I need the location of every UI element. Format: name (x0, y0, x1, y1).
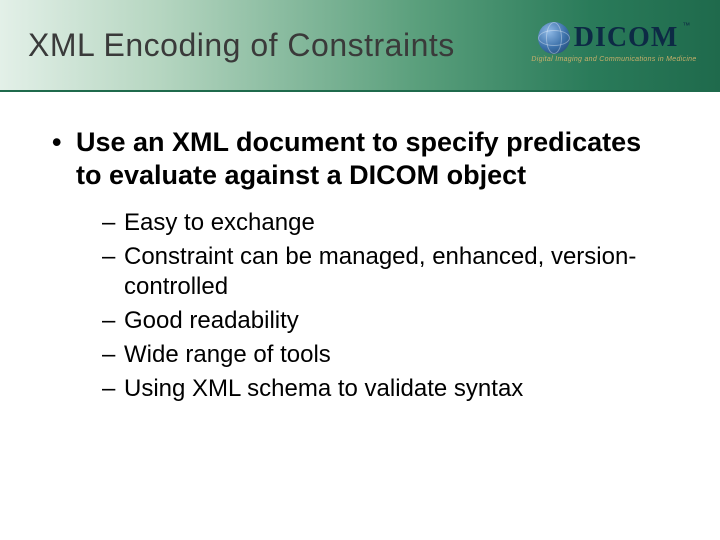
sub-bullet-text: Using XML schema to validate syntax (124, 375, 523, 402)
dicom-logo: DICOM ™ Digital Imaging and Communicatio… (530, 12, 698, 72)
list-item: Easy to exchange (102, 208, 672, 238)
bullet-list-level1: Use an XML document to specify predicate… (48, 126, 672, 404)
list-item: Constraint can be managed, enhanced, ver… (102, 242, 672, 302)
trademark-icon: ™ (682, 21, 690, 30)
sub-bullet-text: Good readability (124, 307, 299, 334)
logo-main: DICOM ™ (538, 22, 691, 54)
logo-subtitle: Digital Imaging and Communications in Me… (531, 56, 696, 63)
slide-header: XML Encoding of Constraints DICOM ™ Digi… (0, 0, 720, 92)
sub-bullet-text: Constraint can be managed, enhanced, ver… (124, 243, 636, 300)
list-item: Good readability (102, 306, 672, 336)
list-item: Use an XML document to specify predicate… (48, 126, 672, 404)
slide-title: XML Encoding of Constraints (0, 27, 455, 64)
sub-bullet-text: Easy to exchange (124, 209, 315, 236)
main-bullet-text: Use an XML document to specify predicate… (76, 127, 641, 190)
list-item: Wide range of tools (102, 340, 672, 370)
list-item: Using XML schema to validate syntax (102, 374, 672, 404)
globe-icon (538, 22, 570, 54)
slide-body: Use an XML document to specify predicate… (0, 92, 720, 404)
slide: XML Encoding of Constraints DICOM ™ Digi… (0, 0, 720, 540)
logo-text: DICOM (574, 22, 679, 54)
sub-bullet-text: Wide range of tools (124, 341, 331, 368)
bullet-list-level2: Easy to exchange Constraint can be manag… (76, 208, 672, 404)
